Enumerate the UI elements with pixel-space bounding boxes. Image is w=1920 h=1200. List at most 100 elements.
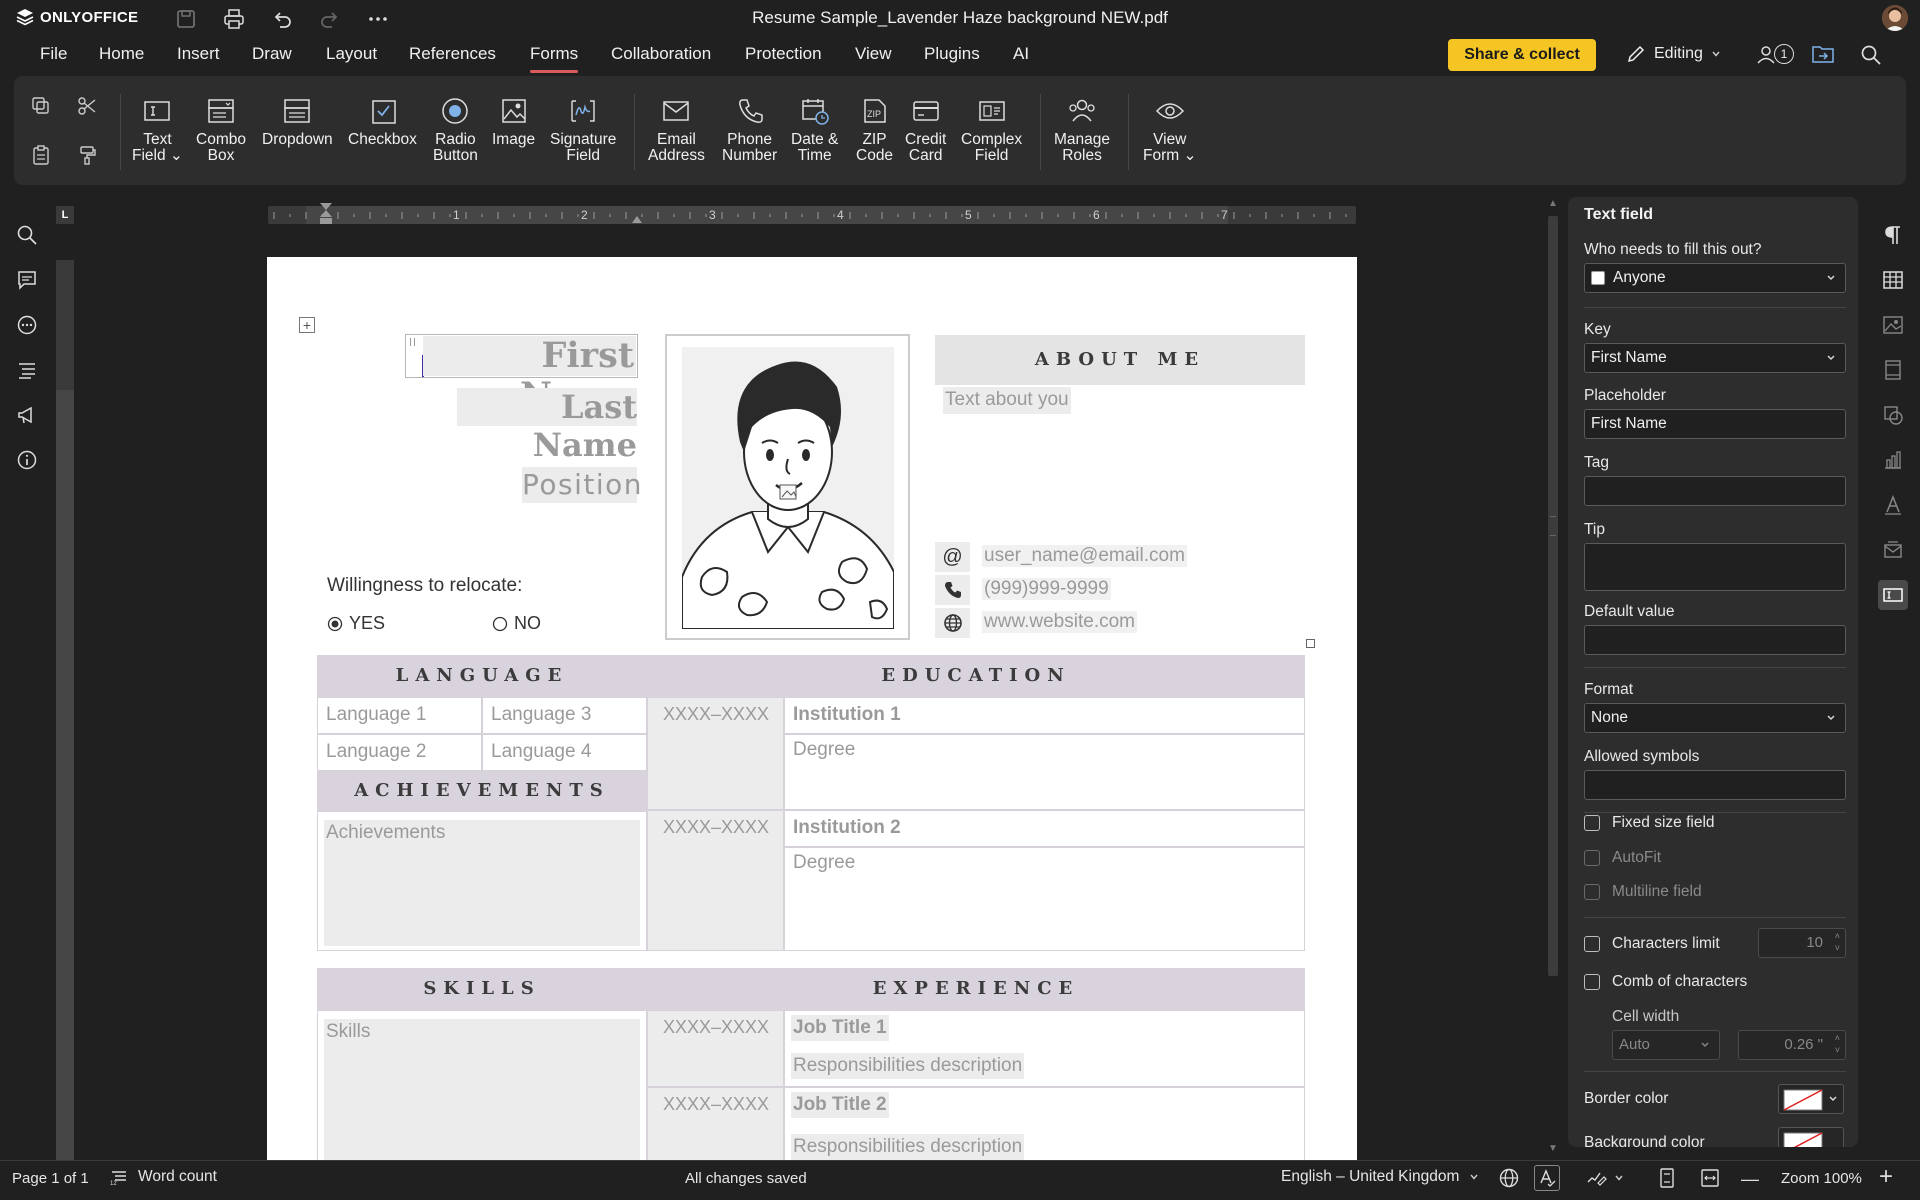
image-button[interactable]: Image [492, 94, 535, 148]
credit-card-button[interactable]: Credit Card [905, 94, 946, 164]
print-icon[interactable] [221, 6, 247, 32]
spinner-arrows-icon[interactable]: ˄ ˅ [1835, 930, 1840, 954]
website-field[interactable]: www.website.com [982, 611, 1137, 633]
view-form-button[interactable]: View Form ⌄ [1143, 94, 1196, 164]
language-1-field[interactable]: Language 1 [326, 704, 426, 726]
photo-image[interactable] [682, 347, 894, 629]
key-combobox[interactable]: First Name [1584, 343, 1846, 373]
zip-code-button[interactable]: ZIP ZIP Code [856, 94, 893, 164]
radio-button-button[interactable]: Radio Button [433, 94, 478, 164]
header-footer-icon[interactable] [1878, 355, 1908, 385]
tab-stop-selector[interactable]: L [56, 206, 74, 224]
search-icon[interactable] [1860, 44, 1882, 66]
table-move-handle[interactable]: + [299, 317, 315, 333]
field-drag-handle[interactable] [410, 338, 415, 346]
language-selector[interactable]: English – United Kingdom [1281, 1168, 1479, 1186]
spell-check-icon[interactable] [1534, 1165, 1560, 1191]
format-dropdown[interactable]: None [1584, 703, 1846, 733]
tag-input[interactable] [1584, 476, 1846, 506]
menu-collaboration[interactable]: Collaboration [611, 42, 711, 66]
menu-view[interactable]: View [855, 42, 892, 66]
who-dropdown[interactable]: Anyone [1584, 263, 1846, 293]
paragraph-settings-icon[interactable] [1878, 220, 1908, 250]
cut-icon[interactable] [76, 95, 98, 117]
language-2-field[interactable]: Language 2 [326, 741, 426, 763]
feedback-megaphone-icon[interactable] [12, 400, 42, 430]
page-counter[interactable]: Page 1 of 1 [12, 1170, 89, 1187]
language-4-field[interactable]: Language 4 [491, 741, 591, 763]
phone-number-button[interactable]: Phone Number [722, 94, 777, 164]
cell-width-spinner[interactable]: 0.26 " ˄ ˅ [1738, 1030, 1846, 1060]
save-icon[interactable] [173, 6, 199, 32]
share-collect-button[interactable]: Share & collect [1448, 39, 1596, 71]
phone-field[interactable]: (999)999-9999 [982, 578, 1111, 600]
multiline-checkbox[interactable]: Multiline field [1584, 883, 1702, 901]
document-language-icon[interactable] [1498, 1167, 1520, 1189]
table-settings-icon[interactable] [1878, 265, 1908, 295]
chart-settings-icon[interactable] [1878, 445, 1908, 475]
job-desc-2-field[interactable]: Responsibilities description [791, 1134, 1025, 1160]
shape-settings-icon[interactable] [1878, 400, 1908, 430]
experience-2-years[interactable]: XXXX–XXXX [663, 1094, 769, 1115]
menu-file[interactable]: File [40, 42, 67, 66]
cell-width-mode-dropdown[interactable]: Auto [1612, 1030, 1720, 1060]
skills-field[interactable]: Skills [324, 1019, 640, 1160]
vertical-scrollbar[interactable]: ▲ ▼ [1545, 196, 1561, 1156]
comb-checkbox[interactable]: Comb of characters [1584, 973, 1747, 991]
copy-icon[interactable] [30, 95, 52, 117]
border-color-picker[interactable] [1778, 1084, 1844, 1114]
text-field-button[interactable]: Text Field ⌄ [132, 94, 183, 164]
job-title-1-field[interactable]: Job Title 1 [791, 1015, 889, 1041]
chars-limit-checkbox[interactable]: Characters limit [1584, 935, 1720, 953]
open-file-location-icon[interactable] [1811, 43, 1835, 65]
spinner-arrows-icon[interactable]: ˄ ˅ [1835, 1032, 1840, 1056]
paste-icon[interactable] [30, 144, 52, 166]
document-page[interactable]: + First Name Last Name Position Willingn… [267, 257, 1357, 1160]
fit-width-icon[interactable] [1699, 1167, 1721, 1189]
checkbox-button[interactable]: Checkbox [348, 94, 417, 148]
mail-merge-icon[interactable] [1878, 535, 1908, 565]
redo-icon[interactable] [317, 6, 343, 32]
menu-forms[interactable]: Forms [530, 42, 579, 73]
chars-limit-spinner[interactable]: 10 ˄ ˅ [1758, 928, 1846, 958]
last-name-field[interactable]: Last Name [457, 388, 637, 464]
allowed-symbols-input[interactable] [1584, 770, 1846, 800]
scroll-thumb[interactable] [1548, 216, 1558, 976]
email-field[interactable]: user_name@email.com [982, 545, 1187, 567]
email-address-button[interactable]: Email Address [648, 94, 705, 164]
education-1-years[interactable]: XXXX–XXXX [663, 704, 769, 725]
info-icon[interactable] [12, 445, 42, 475]
achievements-field[interactable]: Achievements [324, 820, 640, 946]
language-3-field[interactable]: Language 3 [491, 704, 591, 726]
image-settings-icon[interactable] [1878, 310, 1908, 340]
zoom-out-button[interactable]: — [1741, 1169, 1759, 1190]
comments-icon[interactable] [12, 265, 42, 295]
institution-1-field[interactable]: Institution 1 [793, 704, 901, 726]
zoom-level[interactable]: Zoom 100% [1781, 1170, 1862, 1187]
dropdown-button[interactable]: Dropdown [262, 94, 333, 148]
zoom-in-button[interactable]: + [1879, 1163, 1893, 1191]
users-button[interactable]: 1 [1754, 42, 1794, 66]
relocate-no-option[interactable]: NO [492, 613, 541, 634]
app-logo[interactable]: ONLYOFFICE [16, 8, 138, 26]
tip-input[interactable] [1584, 543, 1846, 591]
user-avatar[interactable] [1882, 5, 1908, 31]
chat-icon[interactable] [12, 310, 42, 340]
menu-ai[interactable]: AI [1013, 42, 1029, 66]
manage-roles-button[interactable]: Manage Roles [1054, 94, 1110, 164]
form-settings-icon[interactable] [1878, 580, 1908, 610]
scroll-up-arrow[interactable]: ▲ [1548, 198, 1558, 209]
default-value-input[interactable] [1584, 625, 1846, 655]
menu-insert[interactable]: Insert [177, 42, 220, 66]
word-count-button[interactable]: 12 Word count [110, 1168, 217, 1186]
relocate-yes-option[interactable]: YES [327, 613, 385, 634]
education-2-years[interactable]: XXXX–XXXX [663, 817, 769, 838]
indent-marker[interactable] [319, 202, 333, 230]
track-changes-button[interactable] [1586, 1167, 1624, 1189]
combo-box-button[interactable]: Combo Box [196, 94, 246, 164]
position-field[interactable]: Position [522, 467, 642, 503]
menu-layout[interactable]: Layout [326, 42, 377, 66]
resize-handle[interactable] [1306, 639, 1315, 648]
complex-field-button[interactable]: Complex Field [961, 94, 1022, 164]
menu-draw[interactable]: Draw [252, 42, 292, 66]
